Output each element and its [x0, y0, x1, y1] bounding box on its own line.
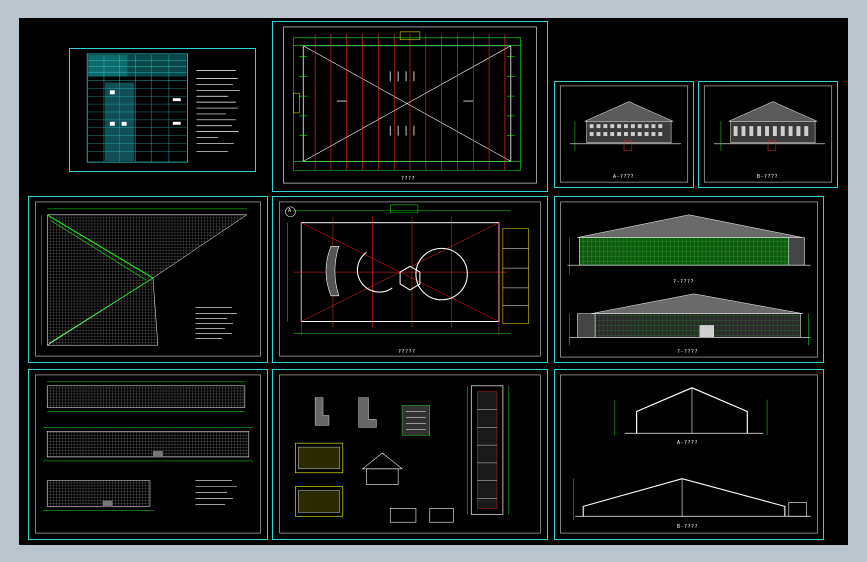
details-drawing — [279, 374, 541, 534]
sheet-floor-plan[interactable]: A ????? — [272, 196, 548, 363]
cad-drawing-canvas[interactable]: ???? A-???? B-???? A ????? ?-???? ?-????… — [19, 18, 848, 545]
floor-plan-caption: ????? — [398, 349, 416, 355]
wall-elevations-drawing — [35, 374, 261, 534]
elevation-a-drawing — [559, 85, 689, 183]
sections-drawing — [560, 374, 818, 534]
roof-framing-drawing — [35, 201, 261, 357]
floor-plan-drawing — [279, 201, 541, 357]
elevation-b-caption: B-???? — [757, 174, 779, 180]
sheet-elevation-a[interactable]: A-???? — [554, 81, 694, 188]
sheet-details[interactable] — [272, 369, 548, 540]
section-a-caption: A-???? — [677, 440, 699, 446]
cover-notes-drawing — [86, 53, 240, 163]
floor-plan-marker: A — [288, 208, 292, 214]
section-b-caption: B-???? — [677, 524, 699, 530]
sheet-roof-framing[interactable] — [28, 196, 268, 363]
elevation-b-drawing — [703, 85, 833, 183]
sheet-cover-notes[interactable] — [69, 48, 256, 172]
roof-plan-drawing — [283, 26, 537, 184]
sheet-elevation-b[interactable]: B-???? — [698, 81, 838, 188]
sheet-sections[interactable]: A-???? B-???? — [554, 369, 824, 540]
elevation-a-caption: A-???? — [613, 174, 635, 180]
sheet-roof-plan[interactable]: ???? — [272, 21, 548, 192]
sheet-large-elevations[interactable]: ?-???? ?-???? — [554, 196, 824, 363]
sheet-wall-elevations[interactable] — [28, 369, 268, 540]
large-elevation-b-caption: ?-???? — [677, 349, 699, 355]
large-elevation-a-caption: ?-???? — [673, 279, 695, 285]
roof-plan-caption: ???? — [401, 176, 416, 182]
